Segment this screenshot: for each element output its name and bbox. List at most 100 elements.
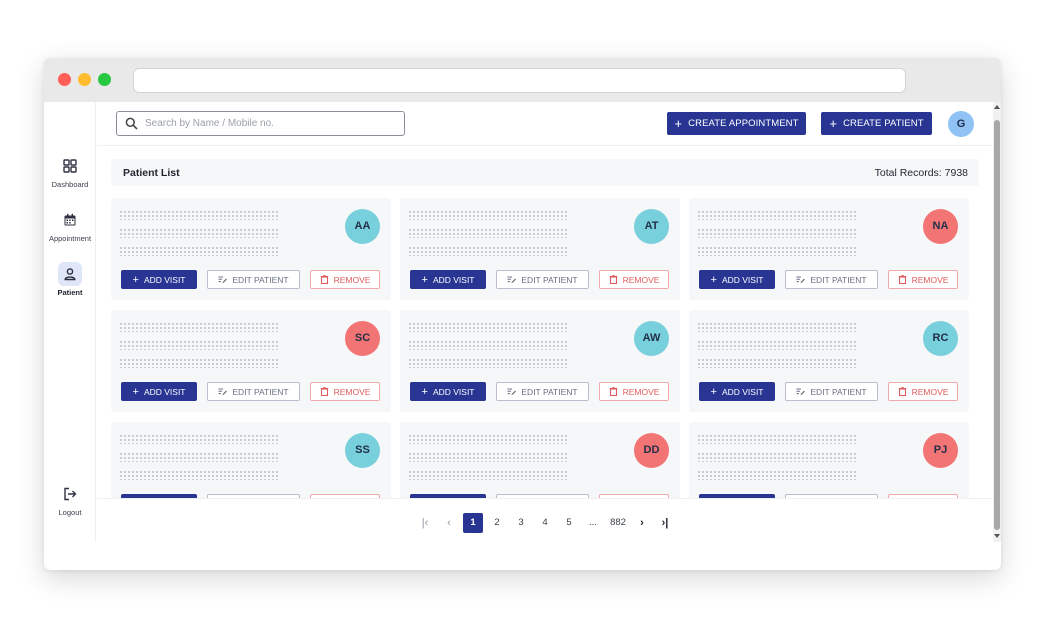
create-appointment-button[interactable]: + CREATE APPOINTMENT	[667, 112, 806, 135]
page-button[interactable]: 882	[607, 513, 629, 533]
redacted-patient-details	[697, 322, 857, 376]
edit-patient-button[interactable]: EDIT PATIENT	[496, 382, 589, 401]
redacted-patient-details	[697, 434, 857, 488]
edit-patient-label: EDIT PATIENT	[521, 274, 578, 285]
trash-icon	[898, 275, 906, 284]
edit-patient-button[interactable]: EDIT PATIENT	[785, 270, 878, 289]
calendar-icon	[58, 208, 82, 232]
sidebar-item-dashboard[interactable]: Dashboard	[44, 154, 96, 189]
page-button[interactable]: 1	[463, 513, 483, 533]
close-window-button[interactable]	[58, 73, 71, 86]
page-button[interactable]: 4	[535, 513, 555, 533]
redacted-patient-details	[408, 322, 568, 376]
redacted-line	[697, 358, 857, 368]
search-input[interactable]	[145, 115, 395, 132]
sidebar-item-patient[interactable]: Patient	[44, 262, 96, 297]
redacted-line	[408, 322, 568, 332]
user-avatar[interactable]: G	[948, 111, 974, 137]
page-button[interactable]: 2	[487, 513, 507, 533]
edit-patient-label: EDIT PATIENT	[810, 274, 867, 285]
patient-card[interactable]: NA + ADD VISIT EDIT PATIENT REMOVE	[689, 198, 969, 300]
remove-button[interactable]: REMOVE	[310, 270, 380, 289]
maximize-window-button[interactable]	[98, 73, 111, 86]
remove-label: REMOVE	[911, 386, 949, 397]
edit-patient-button[interactable]: EDIT PATIENT	[496, 270, 589, 289]
redacted-line	[697, 470, 857, 480]
plus-icon: +	[674, 115, 683, 131]
plus-icon: +	[132, 273, 139, 286]
redacted-line	[119, 470, 279, 480]
remove-button[interactable]: REMOVE	[599, 382, 669, 401]
redacted-line	[119, 452, 279, 462]
plus-icon: +	[710, 273, 717, 286]
patient-card[interactable]: DD+ADD VISITEDIT PATIENTREMOVE	[400, 422, 680, 498]
remove-button[interactable]: REMOVE	[888, 382, 958, 401]
patient-avatar: SS	[345, 433, 380, 468]
patient-avatar: AA	[345, 209, 380, 244]
edit-icon	[218, 388, 228, 396]
grid-icon	[58, 154, 82, 178]
scroll-down-icon[interactable]	[994, 534, 1000, 538]
logout-icon	[58, 482, 82, 506]
patient-card[interactable]: AT + ADD VISIT EDIT PATIENT REMOVE	[400, 198, 680, 300]
redacted-line	[408, 246, 568, 256]
minimize-window-button[interactable]	[78, 73, 91, 86]
patient-avatar: PJ	[923, 433, 958, 468]
patient-card[interactable]: SC + ADD VISIT EDIT PATIENT REMOVE	[111, 310, 391, 412]
scroll-up-icon[interactable]	[994, 105, 1000, 109]
patient-avatar: AT	[634, 209, 669, 244]
patient-card[interactable]: PJ+ADD VISITEDIT PATIENTREMOVE	[689, 422, 969, 498]
edit-patient-button[interactable]: EDIT PATIENT	[785, 382, 878, 401]
scrollbar-thumb[interactable]	[994, 120, 1000, 530]
sidebar-item-label: Dashboard	[51, 180, 89, 189]
plus-icon: +	[132, 385, 139, 398]
add-visit-label: ADD VISIT	[432, 386, 475, 397]
add-visit-button[interactable]: + ADD VISIT	[699, 270, 775, 289]
page-button[interactable]: 5	[559, 513, 579, 533]
sidebar-item-logout[interactable]: Logout	[44, 482, 96, 517]
last-page-icon[interactable]: ›|	[655, 513, 675, 533]
patient-card[interactable]: RC + ADD VISIT EDIT PATIENT REMOVE	[689, 310, 969, 412]
add-visit-button[interactable]: + ADD VISIT	[410, 270, 486, 289]
sidebar-item-appointment[interactable]: Appointment	[44, 208, 96, 243]
edit-patient-button[interactable]: EDIT PATIENT	[207, 382, 300, 401]
redacted-line	[697, 322, 857, 332]
patient-avatar: RC	[923, 321, 958, 356]
sidebar-item-label: Logout	[58, 508, 82, 517]
first-page-icon[interactable]: |‹	[415, 513, 435, 533]
address-bar[interactable]	[133, 68, 906, 93]
create-patient-button[interactable]: + CREATE PATIENT	[821, 112, 932, 135]
add-visit-button[interactable]: + ADD VISIT	[699, 382, 775, 401]
edit-patient-button[interactable]: EDIT PATIENT	[207, 270, 300, 289]
redacted-line	[697, 210, 857, 220]
next-page-icon[interactable]: ›	[632, 513, 652, 533]
redacted-line	[408, 434, 568, 444]
add-visit-button[interactable]: + ADD VISIT	[410, 382, 486, 401]
redacted-line	[119, 322, 279, 332]
redacted-line	[408, 358, 568, 368]
redacted-patient-details	[408, 434, 568, 488]
patient-card[interactable]: AW + ADD VISIT EDIT PATIENT REMOVE	[400, 310, 680, 412]
page-button[interactable]: 3	[511, 513, 531, 533]
remove-label: REMOVE	[333, 386, 371, 397]
sidebar-item-label: Appointment	[48, 234, 92, 243]
redacted-line	[697, 340, 857, 350]
redacted-line	[408, 452, 568, 462]
prev-page-icon[interactable]: ‹	[439, 513, 459, 533]
redacted-line	[119, 210, 279, 220]
patient-avatar: AW	[634, 321, 669, 356]
remove-button[interactable]: REMOVE	[310, 382, 380, 401]
patient-card[interactable]: SS+ADD VISITEDIT PATIENTREMOVE	[111, 422, 391, 498]
add-visit-button[interactable]: + ADD VISIT	[121, 270, 197, 289]
edit-icon	[218, 276, 228, 284]
redacted-line	[408, 470, 568, 480]
patient-card[interactable]: AA + ADD VISIT EDIT PATIENT REMOVE	[111, 198, 391, 300]
create-patient-label: CREATE PATIENT	[843, 118, 924, 129]
vertical-scrollbar[interactable]	[993, 102, 1001, 542]
add-visit-button[interactable]: + ADD VISIT	[121, 382, 197, 401]
remove-button[interactable]: REMOVE	[888, 270, 958, 289]
remove-label: REMOVE	[622, 386, 660, 397]
search-box	[116, 111, 405, 136]
trash-icon	[609, 275, 617, 284]
remove-button[interactable]: REMOVE	[599, 270, 669, 289]
